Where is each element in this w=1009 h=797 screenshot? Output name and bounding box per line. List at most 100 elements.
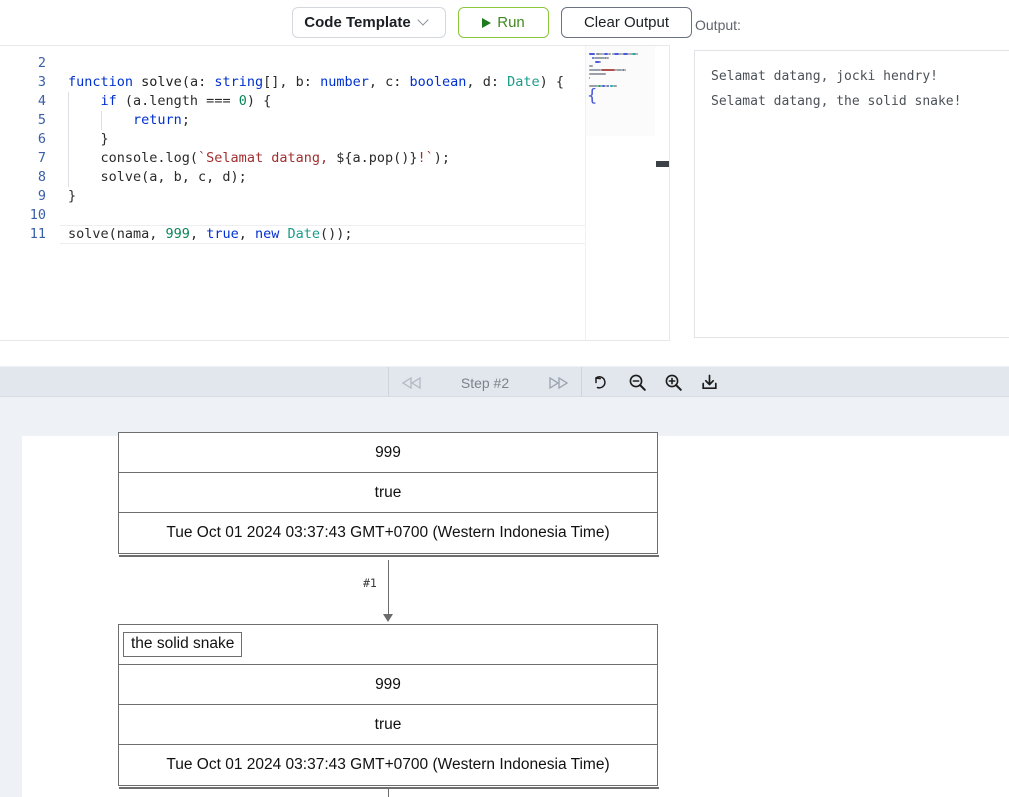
frame-field-row[interactable]: Tue Oct 01 2024 03:37:43 GMT+0700 (Weste… xyxy=(119,513,657,553)
run-button[interactable]: Run xyxy=(458,7,549,38)
code-lines-container[interactable]: 2 3 function solve(a: string[], b: number,… xyxy=(0,46,585,340)
minimap-token xyxy=(589,85,599,87)
frame-field-row[interactable]: Tue Oct 01 2024 03:37:43 GMT+0700 (Weste… xyxy=(119,745,657,785)
minimap-token xyxy=(606,57,609,59)
code-token: ()); xyxy=(320,226,353,242)
frame-field-row[interactable]: true xyxy=(119,705,657,745)
code-token: : xyxy=(393,74,410,90)
code-token: b xyxy=(295,74,304,90)
code-token: ; xyxy=(181,112,190,128)
code-token: : xyxy=(198,74,215,90)
code-token: solve xyxy=(141,74,182,90)
code-token: (a.length === xyxy=(116,93,239,109)
field-value: Tue Oct 01 2024 03:37:43 GMT+0700 (Weste… xyxy=(166,524,610,541)
app-root: Code Template Run Clear Output Output: 2… xyxy=(0,0,1009,797)
line-number: 9 xyxy=(37,188,46,204)
field-value: 999 xyxy=(375,443,401,461)
frame-field-row[interactable]: 999 xyxy=(119,433,657,473)
code-token: d xyxy=(482,74,491,90)
zoom-out-button[interactable] xyxy=(626,372,648,394)
undo-icon xyxy=(594,376,606,389)
code-text: console.log(`Selamat datang, ${a.pop()}!… xyxy=(68,149,451,168)
minimap-token xyxy=(613,85,617,87)
minimap-token xyxy=(601,69,615,71)
code-line[interactable]: 10 xyxy=(0,206,585,225)
line-number: 6 xyxy=(37,131,46,147)
code-token: string xyxy=(214,74,264,90)
play-icon xyxy=(482,17,492,28)
frame-field-row[interactable]: 999 xyxy=(119,665,657,705)
line-number: 8 xyxy=(37,169,46,185)
zoom-in-button[interactable] xyxy=(662,372,684,394)
code-editor[interactable]: 2 3 function solve(a: string[], b: number,… xyxy=(0,45,670,341)
step-back-button[interactable] xyxy=(389,367,435,398)
code-line[interactable]: 2 xyxy=(0,54,585,73)
code-token: : xyxy=(303,74,321,90)
reset-button[interactable] xyxy=(590,372,612,394)
object-diagram[interactable]: 999 true Tue Oct 01 2024 03:37:43 GMT+0700… xyxy=(22,432,1009,797)
minimap-token xyxy=(616,69,622,71)
frame-base-line xyxy=(119,555,659,557)
line-number: 5 xyxy=(37,112,46,128)
scrollbar-thumb[interactable] xyxy=(656,161,669,167)
code-line[interactable]: 8 solve(a, b, c, d); xyxy=(0,168,585,187)
zoom-out-icon xyxy=(629,374,646,391)
view-tools-group xyxy=(590,367,720,398)
code-token: , xyxy=(238,226,255,242)
minimap-token xyxy=(599,61,601,63)
indent-guide xyxy=(68,111,69,130)
minimap-brace-marker: { xyxy=(587,86,598,106)
line-number: 2 xyxy=(37,55,46,71)
code-token: ); xyxy=(433,150,451,166)
code-text: return; xyxy=(68,111,190,130)
code-token: number xyxy=(320,74,369,90)
step-forward-button[interactable] xyxy=(535,367,581,398)
field-value: true xyxy=(374,715,402,733)
stack-frame-box[interactable]: 999 true Tue Oct 01 2024 03:37:43 GMT+0700… xyxy=(118,432,659,557)
top-toolbar: Code Template Run Clear Output Output: xyxy=(0,0,1009,45)
code-template-dropdown[interactable]: Code Template xyxy=(292,7,446,38)
field-value: 999 xyxy=(375,675,401,693)
output-heading: Output: xyxy=(695,17,741,33)
code-line[interactable]: 11 solve(nama, 999, true, new Date()); xyxy=(0,225,585,244)
line-number: 4 xyxy=(37,93,46,109)
code-token: a.pop() xyxy=(352,150,410,166)
minimap-token xyxy=(593,57,606,59)
code-line[interactable]: 6 } xyxy=(0,130,585,149)
editor-minimap[interactable]: { xyxy=(585,46,655,340)
code-line[interactable]: 9} xyxy=(0,187,585,206)
indent-guide xyxy=(68,130,69,149)
code-token: if xyxy=(100,93,117,109)
frame-field-row[interactable]: the solid snake xyxy=(119,625,657,665)
stack-frame-box[interactable]: the solid snake 999 true Tue Oct 01 2024 03… xyxy=(118,624,659,789)
minimap-token xyxy=(589,69,602,71)
diagram-canvas[interactable]: 999 true Tue Oct 01 2024 03:37:43 GMT+0700… xyxy=(22,432,1009,797)
step-toolbar: Step #2 xyxy=(0,366,1009,398)
code-token: a xyxy=(189,74,199,90)
code-line[interactable]: 4 if (a.length === 0) { xyxy=(0,92,585,111)
step-forward-icon xyxy=(549,376,569,389)
output-line: Selamat datang, jocki hendry! xyxy=(711,69,938,84)
indent-guide xyxy=(101,111,102,130)
zoom-in-icon xyxy=(665,374,682,391)
code-line[interactable]: 7 console.log(`Selamat datang, ${a.pop()… xyxy=(0,149,585,168)
code-token: solve(a, b, c, d); xyxy=(68,169,247,185)
frame-connector xyxy=(388,560,390,616)
indent-guide xyxy=(68,149,69,168)
download-icon xyxy=(701,374,717,390)
code-token: ( xyxy=(181,74,190,90)
code-token: ) { xyxy=(246,93,272,109)
code-token: Date xyxy=(507,74,540,90)
frame-connector xyxy=(388,788,390,797)
code-line[interactable]: 5 return; xyxy=(0,111,585,130)
code-line[interactable]: 3 function solve(a: string[], b: number, … xyxy=(0,73,585,92)
frame-field-row[interactable]: true xyxy=(119,473,657,513)
code-text: } xyxy=(68,130,109,149)
highlighted-value-chip: the solid snake xyxy=(123,632,243,657)
toolbar-controls: Code Template Run Clear Output xyxy=(292,7,692,38)
editor-vertical-scrollbar[interactable] xyxy=(655,46,669,340)
download-button[interactable] xyxy=(698,372,720,394)
clear-output-button[interactable]: Clear Output xyxy=(561,7,692,38)
